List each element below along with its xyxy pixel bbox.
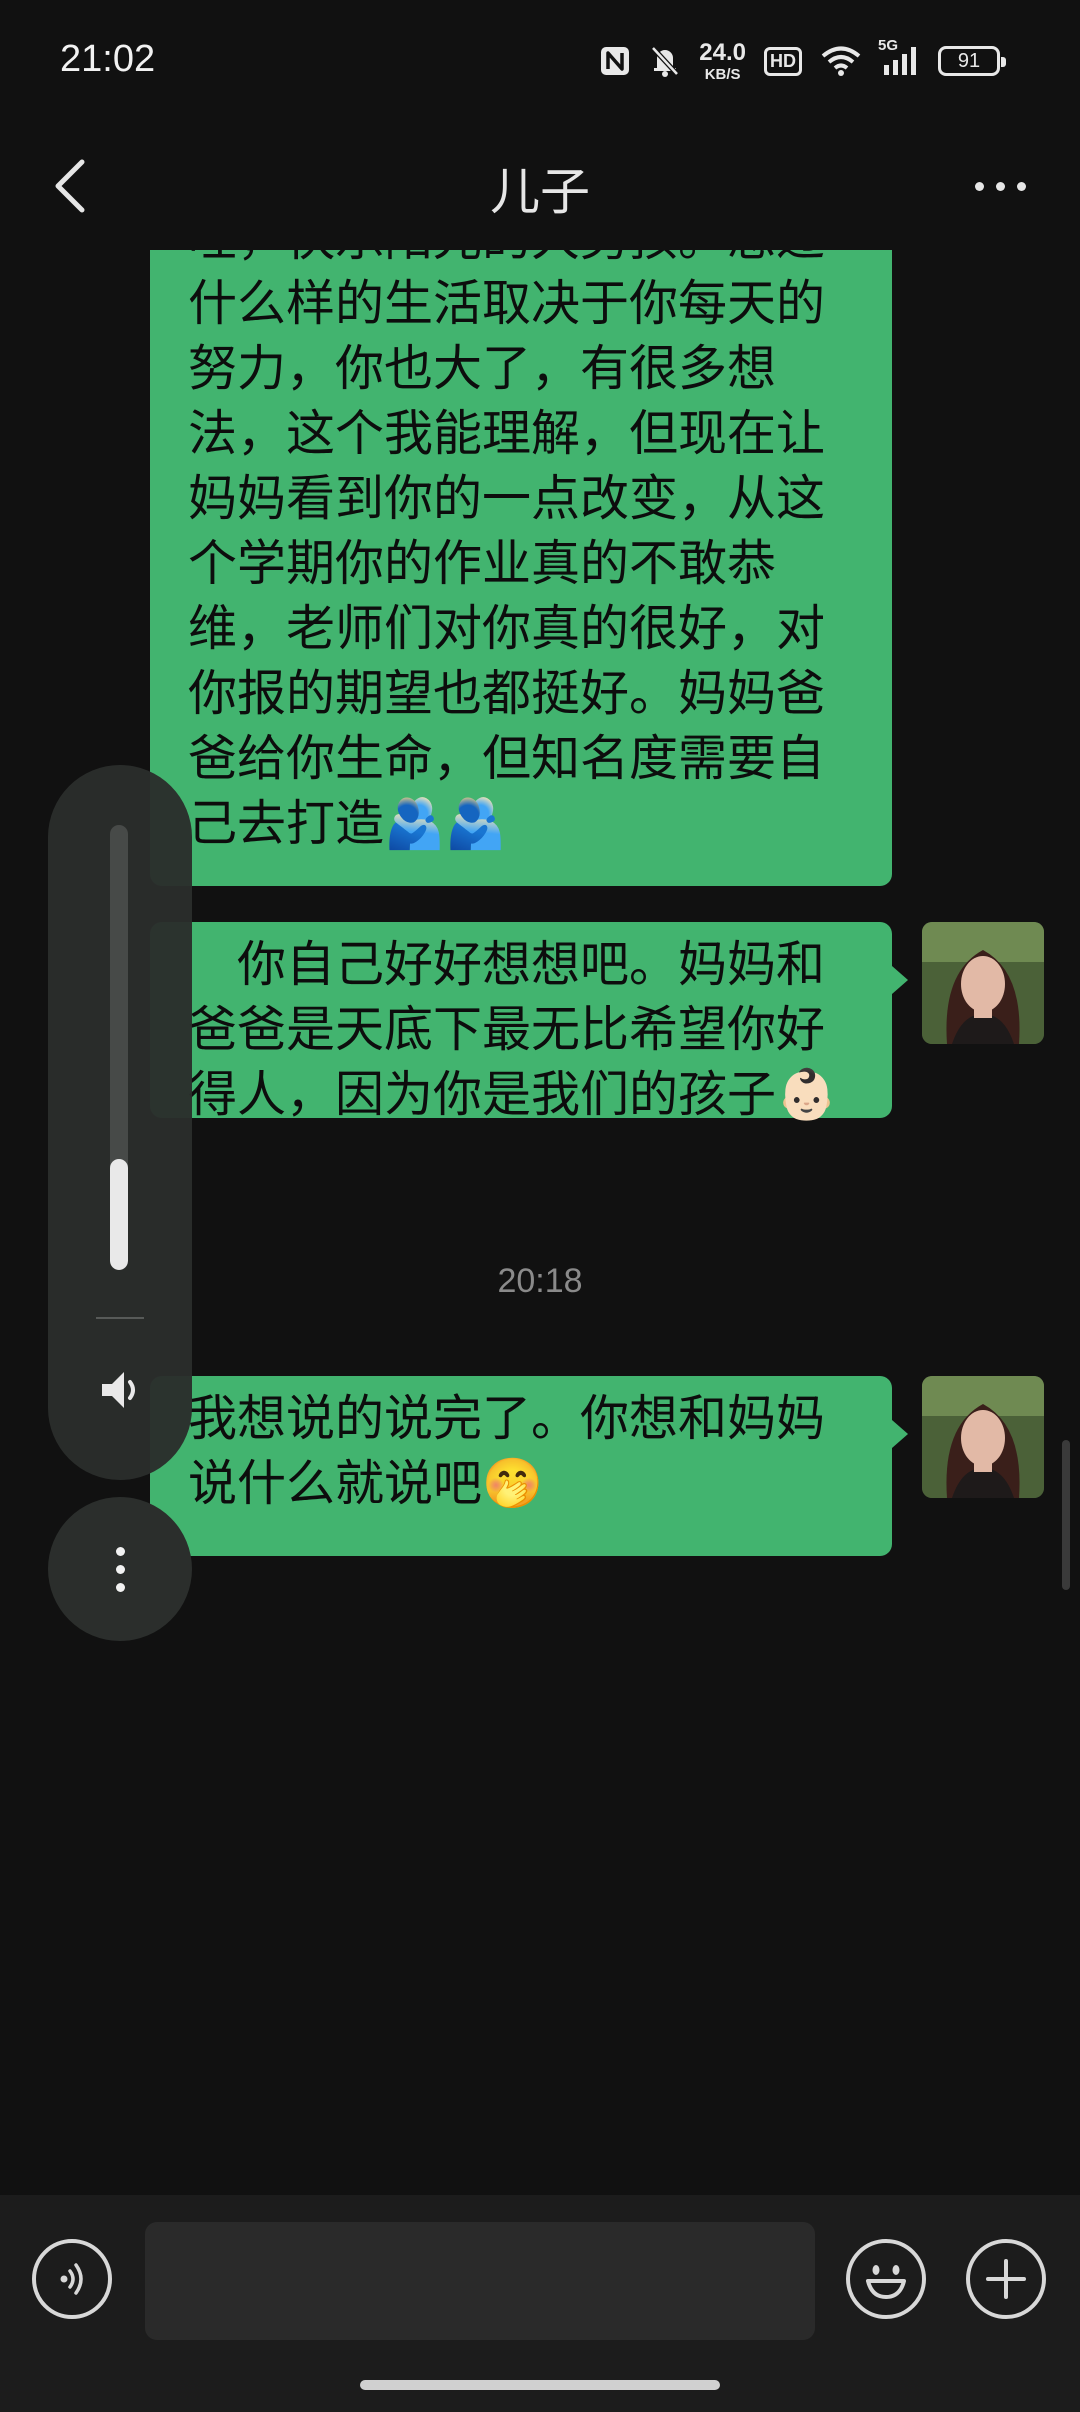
voice-button[interactable]: [32, 2239, 112, 2319]
plus-button[interactable]: [966, 2239, 1046, 2319]
more-dots-icon: [974, 181, 984, 191]
message-input[interactable]: [145, 2222, 815, 2340]
net-speed-unit: KB/S: [704, 65, 741, 83]
status-time: 21:02: [60, 38, 156, 80]
status-icons: 24.0 KB/S HD 5G 91: [599, 36, 1006, 86]
volume-more-button[interactable]: [48, 1497, 192, 1641]
chat-title: 儿子: [490, 163, 590, 221]
avatar[interactable]: [922, 922, 1044, 1044]
vertical-dots-icon: [115, 1546, 125, 1556]
volume-slider[interactable]: [110, 825, 128, 1270]
message-bubble[interactable]: 你自己好好想想吧。妈妈和爸爸是天底下最无比希望你好得人，因为你是我们的孩子👶🏻: [150, 922, 908, 1123]
volume-panel: [48, 765, 192, 1480]
emoji-button[interactable]: [846, 2239, 926, 2319]
home-indicator[interactable]: [360, 2380, 720, 2390]
message-bubble[interactable]: 我想说的说完了。你想和妈妈说什么就说吧🤭: [150, 1376, 908, 1556]
dot: [115, 1564, 125, 1574]
wifi-icon: [820, 45, 862, 77]
hd-badge: HD: [764, 46, 802, 76]
scrollbar[interactable]: [1062, 1440, 1070, 1590]
message-text: 你自己好好想想吧。妈妈和爸爸是天底下最无比希望你好得人，因为你是我们的孩子👶🏻: [188, 936, 838, 1123]
net-speed-value: 24.0: [699, 38, 746, 66]
more-button[interactable]: [950, 146, 1050, 226]
signal-icon: 5G: [878, 37, 920, 77]
net-speed: 24.0 KB/S: [699, 38, 746, 83]
dot: [115, 1582, 125, 1592]
voice-icon: [60, 2263, 83, 2295]
smiley-icon: [866, 2265, 906, 2299]
chat-screen: 21:02 24.0 KB/S HD 5G 91 儿子 什么样的生活取决于你每天…: [0, 0, 1080, 2412]
signal-label: 5G: [878, 37, 899, 54]
avatar[interactable]: [922, 1376, 1044, 1498]
more-dot: [995, 181, 1005, 191]
plus-icon: [986, 2259, 1026, 2299]
volume-fill: [110, 1158, 128, 1270]
chat-header: 儿子: [0, 120, 1080, 250]
nfc-icon: [599, 45, 631, 77]
message-text: 我想说的说完了。你想和妈妈说什么就说吧🤭: [188, 1390, 826, 1512]
message-text: 哇，快乐阳光的大男孩。想过什么样的生活取决于你每天的努力，你也大了，有很多想法，…: [188, 250, 826, 852]
input-bar: [0, 2195, 1080, 2412]
message-bubble[interactable]: 哇，快乐阳光的大男孩。想过什么样的生活取决于你每天的努力，你也大了，有很多想法，…: [150, 250, 892, 886]
speaker-icon: [102, 1372, 135, 1408]
volume-divider: [96, 1317, 144, 1319]
speaker-button[interactable]: [88, 1355, 152, 1425]
battery-icon: 91: [938, 46, 1006, 76]
status-bar: 21:02 24.0 KB/S HD 5G 91: [0, 0, 1080, 120]
mute-bell-icon: [649, 44, 681, 78]
battery-level: 91: [957, 49, 981, 72]
more-dot: [1016, 181, 1026, 191]
